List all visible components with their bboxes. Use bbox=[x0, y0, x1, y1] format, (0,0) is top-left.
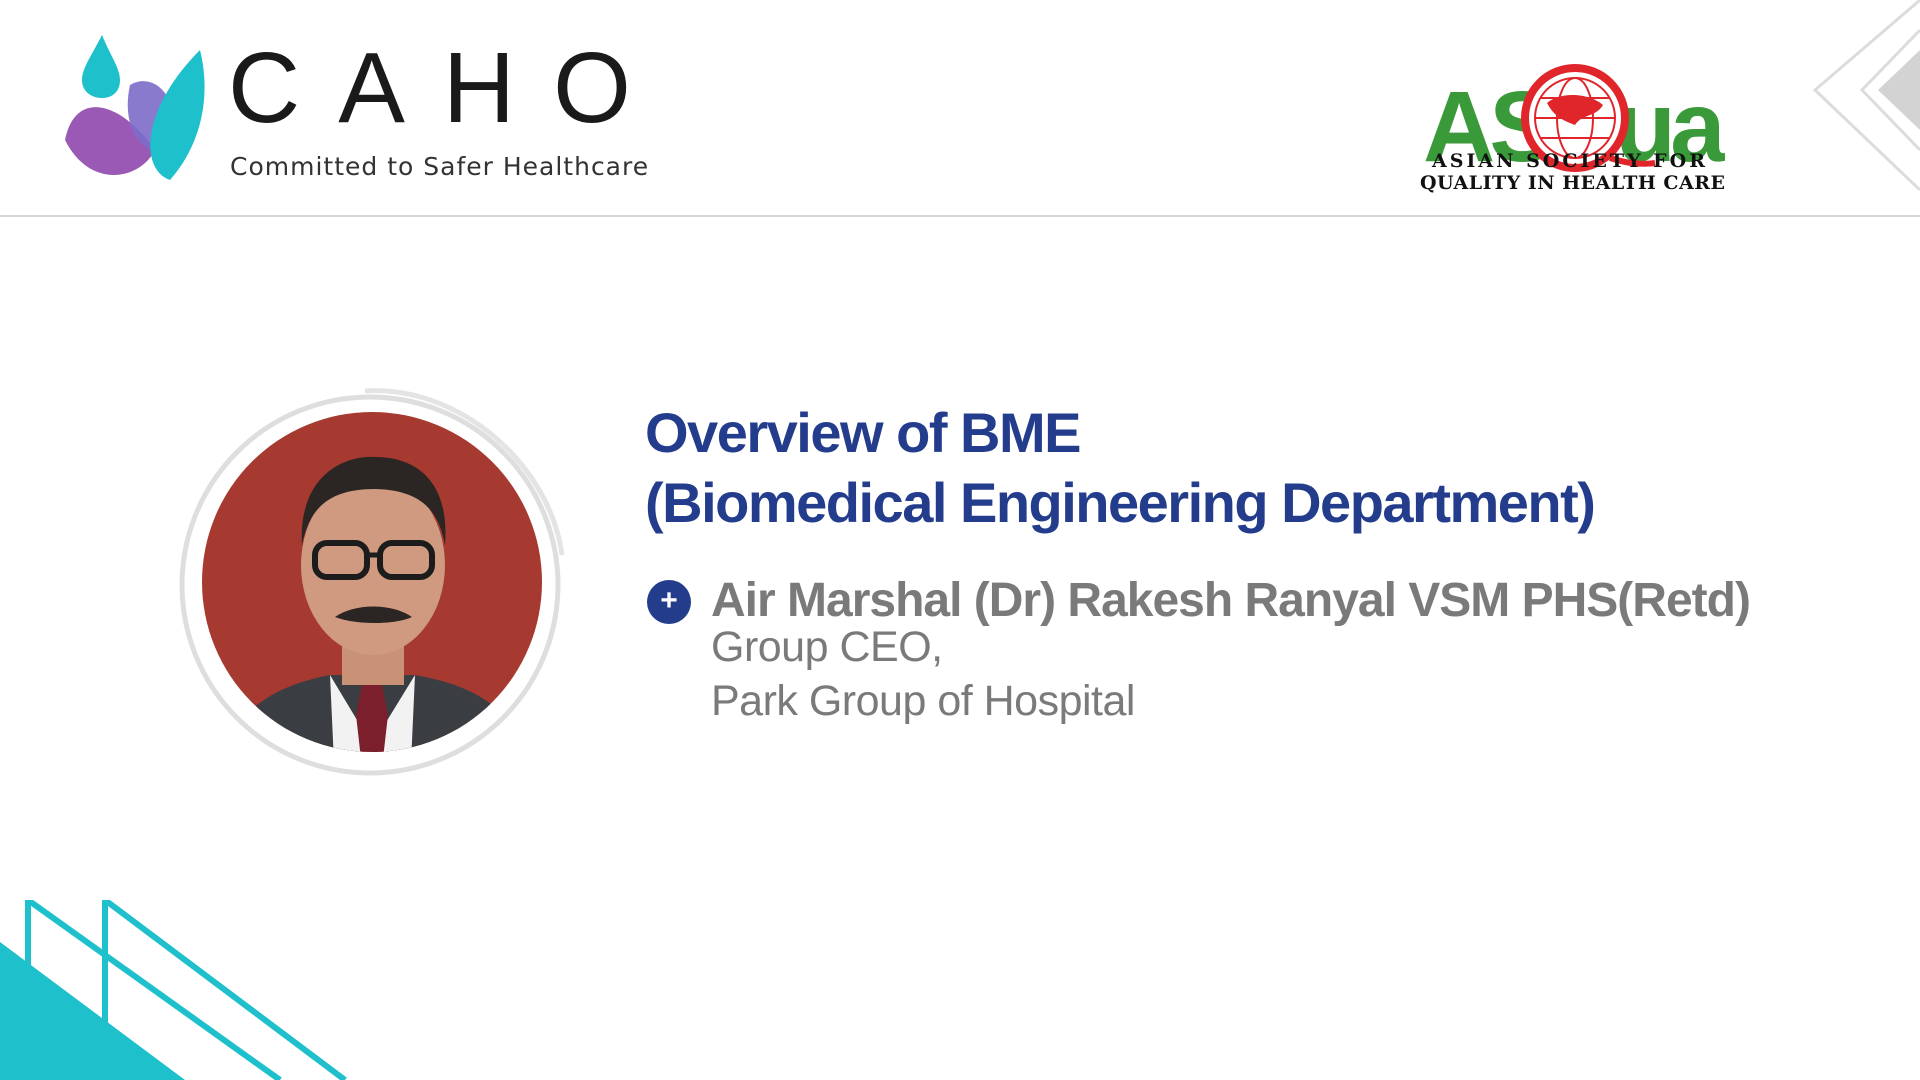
speaker-role-line-2: Park Group of Hospital bbox=[711, 677, 1135, 725]
speaker-photo bbox=[179, 388, 565, 776]
title-line-2: (Biomedical Engineering Department) bbox=[645, 471, 1596, 534]
title-line-1: Overview of BME bbox=[645, 401, 1081, 464]
caho-tagline: Committed to Safer Healthcare bbox=[230, 152, 650, 181]
teal-corner-decoration bbox=[0, 900, 347, 1080]
slide-title: Overview of BME (Biomedical Engineering … bbox=[645, 398, 1596, 538]
asqua-subtitle-line2: QUALITY IN HEALTH CARE bbox=[1420, 172, 1726, 194]
asqua-subtitle-line1: ASIAN SOCIETY FOR bbox=[1432, 150, 1708, 172]
chevron-decoration bbox=[1812, 0, 1920, 192]
caho-brand-name: CAHO bbox=[228, 32, 669, 144]
speaker-role: Group CEO, Park Group of Hospital bbox=[711, 620, 1135, 728]
speaker-role-line-1: Group CEO, bbox=[711, 623, 943, 671]
plus-circle-icon: + bbox=[647, 580, 691, 624]
slide-header: CAHO Committed to Safer Healthcare AS ua… bbox=[0, 0, 1920, 217]
caho-logo-icon bbox=[65, 35, 205, 180]
